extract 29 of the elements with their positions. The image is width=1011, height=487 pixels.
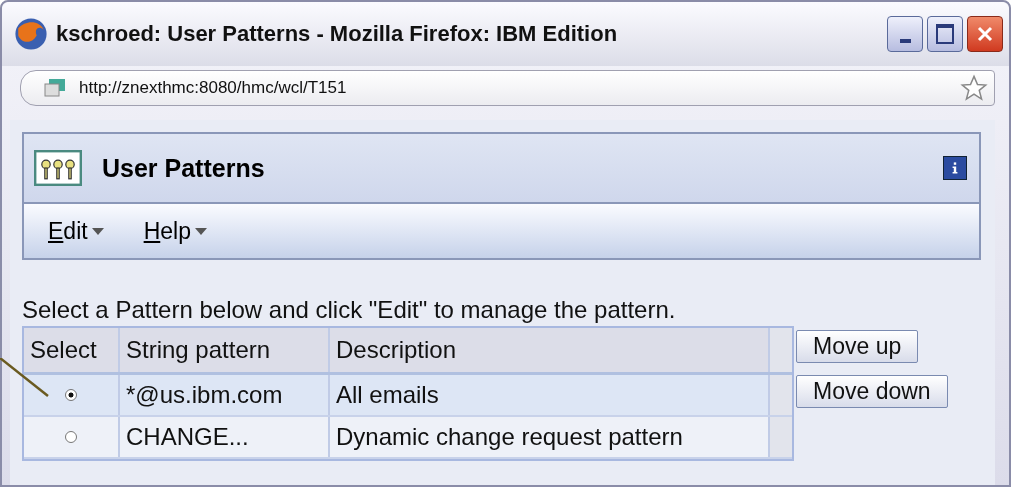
table-cell: CHANGE... <box>120 417 330 457</box>
info-glyph-icon <box>951 161 959 175</box>
window-title: kschroed: User Patterns - Mozilla Firefox: IBM Edition <box>56 21 619 47</box>
radio-button[interactable] <box>65 389 77 401</box>
keys-icon <box>34 149 82 187</box>
table-row[interactable]: *@us.ibm.com All emails <box>24 375 792 417</box>
leader-line <box>0 358 50 398</box>
column-header[interactable]: Select <box>24 328 120 372</box>
panel-title: User Patterns <box>102 153 266 183</box>
minimize-button[interactable] <box>887 16 923 52</box>
close-icon <box>975 24 995 44</box>
maximize-button[interactable] <box>927 16 963 52</box>
table-cell: *@us.ibm.com <box>120 375 330 415</box>
menu-item[interactable]: Help <box>143 217 207 245</box>
info-icon[interactable] <box>943 156 967 180</box>
column-header[interactable]: String pattern <box>120 328 330 372</box>
menu-item[interactable]: Edit <box>48 217 104 245</box>
close-button[interactable] <box>967 16 1003 52</box>
table-row[interactable]: CHANGE... Dynamic change request pattern <box>24 417 792 459</box>
address-field[interactable]: http://znexthmc:8080/hmc/wcl/T151 <box>20 70 995 106</box>
caret-icon <box>91 227 104 235</box>
caret-icon <box>194 227 207 235</box>
site-icon <box>43 78 67 98</box>
move-button[interactable]: Move down <box>796 375 948 408</box>
move-button[interactable]: Move up <box>796 330 919 363</box>
instruction-text: Select a Pattern below and click "Edit" to manage the pattern. <box>22 296 677 324</box>
star-icon[interactable] <box>960 74 988 102</box>
radio-button[interactable] <box>65 431 77 443</box>
url-text: http://znexthmc:8080/hmc/wcl/T151 <box>79 78 348 98</box>
